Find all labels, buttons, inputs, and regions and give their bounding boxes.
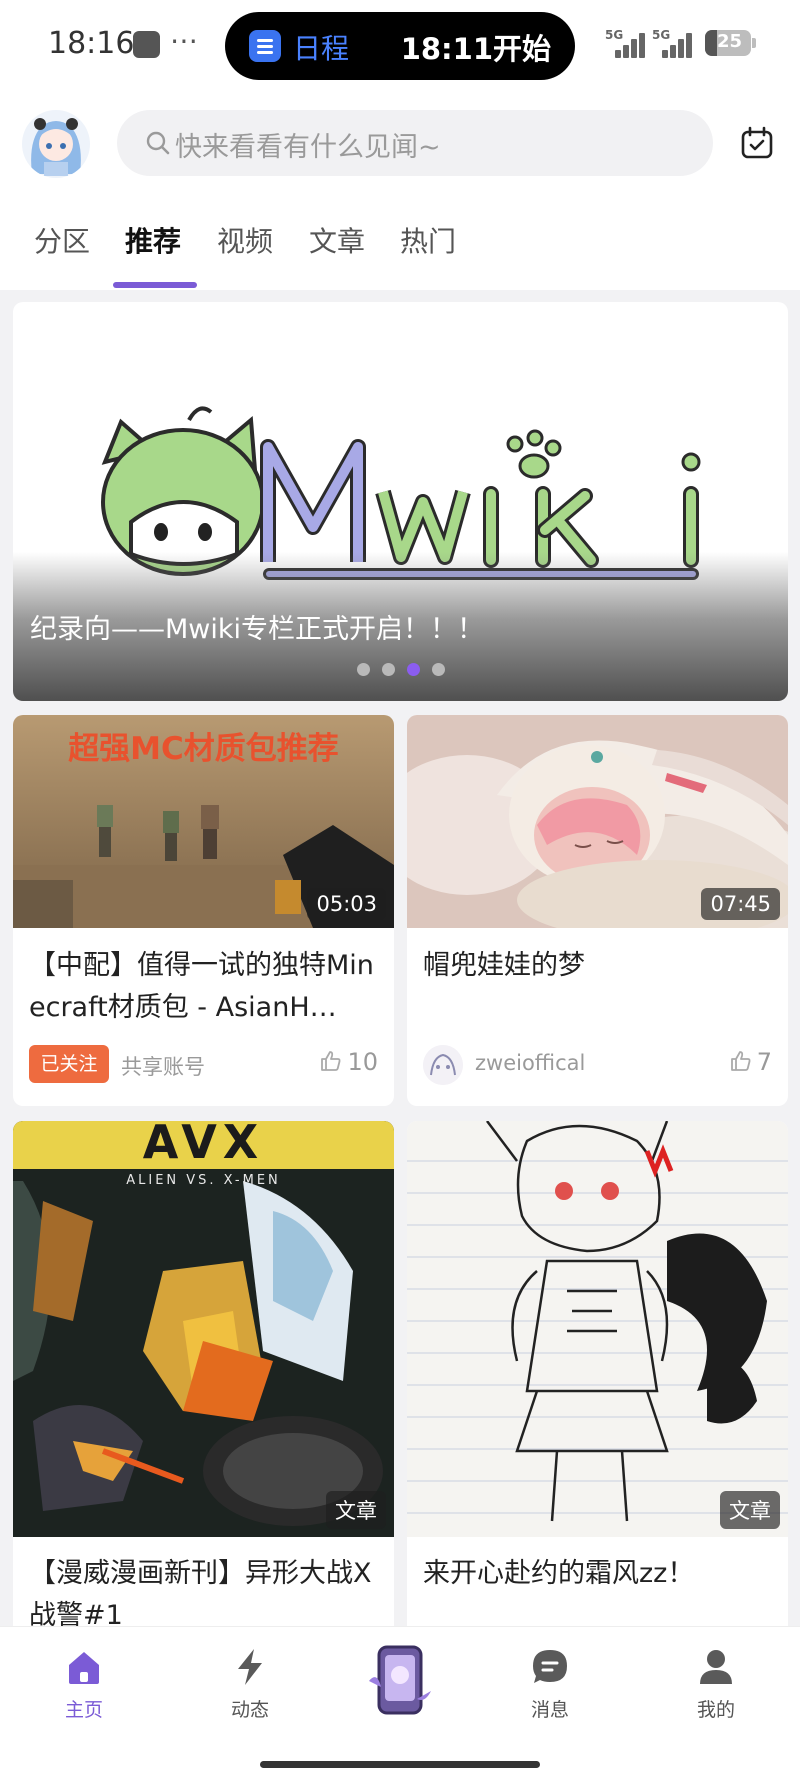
banner-title: 纪录向——Mwiki专栏正式开启！！！	[30, 614, 485, 645]
nav-feed[interactable]: 动态	[200, 1647, 300, 1722]
video-duration: 07:45	[701, 888, 780, 920]
feed-card[interactable]: 07:45 帽兜娃娃的梦 zweioffical 7	[407, 715, 788, 1106]
active-tab-indicator	[113, 282, 197, 288]
carousel-dot[interactable]	[382, 663, 395, 676]
video-duration: 05:03	[307, 888, 386, 920]
search-placeholder: 快来看看有什么见闻~	[175, 132, 441, 163]
thumbs-up-icon	[730, 1051, 751, 1071]
island-label: 日程	[293, 32, 350, 65]
nav-messages[interactable]: 消息	[500, 1647, 600, 1722]
tab-recommend[interactable]: 推荐	[125, 220, 181, 260]
search-icon	[146, 131, 170, 155]
profile-icon	[700, 1650, 732, 1684]
banner-carousel[interactable]: 纪录向——Mwiki专栏正式开启！！！	[13, 302, 788, 701]
calendar-checkin-icon[interactable]	[740, 126, 774, 160]
status-time: 18:16	[48, 26, 135, 61]
type-badge: 文章	[326, 1491, 386, 1529]
carousel-dot[interactable]	[357, 663, 370, 676]
signal-icon: 5G	[652, 28, 696, 58]
mascot-icon	[367, 1641, 433, 1719]
article-cover[interactable]: AVX ALIEN VS. X-MEN 文章	[13, 1121, 394, 1537]
carousel-dot[interactable]	[432, 663, 445, 676]
card-title: 来开心赴约的霜风zz！	[423, 1558, 695, 1589]
category-tabs: 分区 推荐 视频 文章 热门	[0, 220, 800, 280]
feed-card[interactable]: AVX ALIEN VS. X-MEN 文章 【漫威漫画新刊】异形大战X战警#1	[13, 1121, 394, 1641]
tab-video[interactable]: 视频	[217, 220, 273, 260]
signal-icon: 5G	[605, 28, 649, 58]
battery-level: 25	[717, 31, 743, 52]
lightning-icon	[238, 1649, 262, 1685]
home-indicator[interactable]	[260, 1761, 540, 1768]
thumbs-up-icon	[321, 1051, 341, 1071]
island-time: 18:11开始	[400, 32, 551, 66]
followed-badge: 已关注	[29, 1045, 109, 1083]
battery-icon: 25	[705, 30, 756, 56]
message-icon	[533, 1650, 567, 1683]
author-name[interactable]: zweioffical	[475, 1051, 585, 1075]
video-thumbnail[interactable]: 超强MC材质包推荐 05:03	[13, 715, 394, 928]
status-bar: 18:16 ⋯ 日程 18:11开始 5G 5G 25	[0, 0, 800, 90]
like-count[interactable]: 10	[319, 1048, 378, 1076]
article-cover[interactable]: 文章	[407, 1121, 788, 1537]
thumbnail-caption: 超强MC材质包推荐	[68, 731, 339, 767]
author-avatar[interactable]	[423, 1045, 463, 1085]
center-mascot-button[interactable]	[367, 1641, 433, 1719]
cover-subtitle: ALIEN VS. X-MEN	[126, 1173, 281, 1188]
search-input[interactable]: 快来看看有什么见闻~	[117, 110, 713, 176]
author-name[interactable]: 共享账号	[121, 1051, 205, 1081]
bottom-navigation: 主页 动态 消息 我的	[0, 1626, 800, 1778]
user-avatar[interactable]	[22, 110, 90, 178]
type-badge: 文章	[720, 1491, 780, 1529]
tab-partition[interactable]: 分区	[34, 220, 90, 260]
feed-card[interactable]: 文章 来开心赴约的霜风zz！	[407, 1121, 788, 1641]
like-count[interactable]: 7	[729, 1048, 772, 1076]
more-icon: ⋯	[170, 24, 200, 57]
card-title: 【中配】值得一试的独特Minecraft材质包 - AsianH…	[29, 950, 374, 1023]
nav-profile[interactable]: 我的	[666, 1647, 766, 1722]
cover-title: AVX	[142, 1121, 265, 1169]
notification-icon	[133, 31, 160, 58]
feed-card[interactable]: 超强MC材质包推荐 05:03 【中配】值得一试的独特Minecraft材质包 …	[13, 715, 394, 1106]
carousel-dot-active[interactable]	[407, 663, 420, 676]
dynamic-island-schedule[interactable]: 日程 18:11开始	[225, 12, 575, 80]
nav-home[interactable]: 主页	[34, 1647, 134, 1722]
home-icon	[69, 1652, 99, 1684]
carousel-indicator	[357, 663, 457, 677]
tab-article[interactable]: 文章	[309, 220, 365, 260]
card-title: 【漫威漫画新刊】异形大战X战警#1	[29, 1558, 372, 1631]
video-thumbnail[interactable]: 07:45	[407, 715, 788, 928]
card-title: 帽兜娃娃的梦	[423, 950, 585, 981]
calendar-app-icon	[249, 30, 281, 62]
tab-hot[interactable]: 热门	[400, 220, 456, 260]
app-header: 快来看看有什么见闻~ 分区 推荐 视频 文章 热门	[0, 90, 800, 290]
